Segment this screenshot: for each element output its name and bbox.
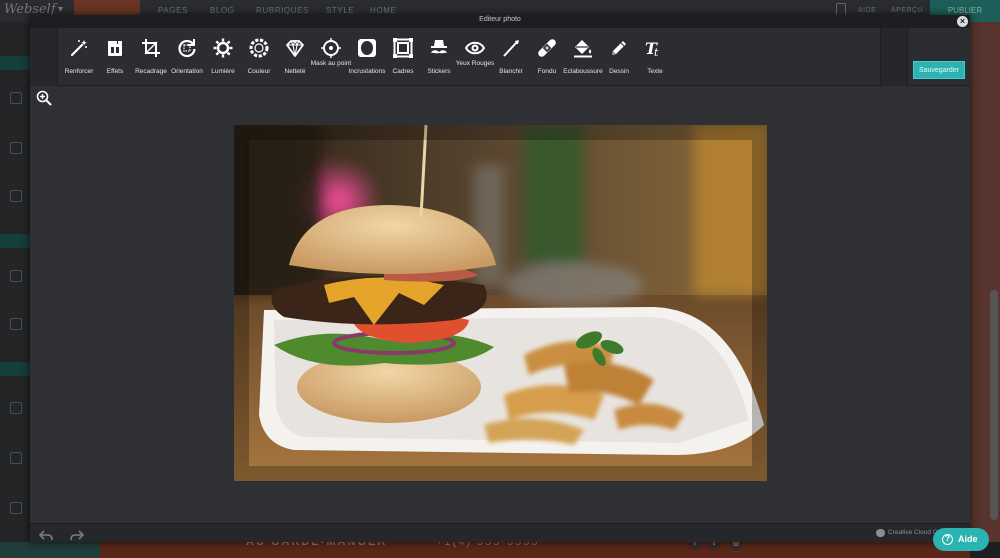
tool-mask-au-point[interactable]: Mask au point	[311, 28, 351, 86]
pencil-icon	[609, 38, 629, 58]
scrollbar[interactable]	[990, 290, 998, 520]
tool-nettete[interactable]: Netteté	[276, 28, 314, 86]
color-icon	[249, 38, 269, 58]
sidebar-media-icon[interactable]	[10, 270, 22, 282]
zoom-in-icon[interactable]	[36, 90, 52, 106]
tool-fondu[interactable]: Fondu	[528, 28, 566, 86]
close-button[interactable]: ×	[957, 16, 968, 27]
editor-titlebar: Editeur photo ×	[30, 15, 970, 28]
edited-photo[interactable]	[234, 125, 767, 481]
sidebar-more-icon[interactable]	[10, 502, 22, 514]
chevron-down-icon[interactable]: ▾	[58, 4, 63, 15]
tool-texte[interactable]: Tt Texte	[636, 28, 674, 86]
tool-dessin[interactable]: Dessin	[600, 28, 638, 86]
toolbar-left-panel	[30, 28, 58, 86]
redo-icon[interactable]	[70, 528, 85, 541]
sidebar-social-icon[interactable]	[10, 452, 22, 464]
vignette-icon	[357, 38, 377, 58]
sidebar-image-icon[interactable]	[10, 142, 22, 154]
save-button[interactable]: Sauvegarder	[913, 61, 965, 79]
sidebar-highlight	[0, 234, 30, 248]
crop-icon	[141, 38, 161, 58]
tool-stickers[interactable]: Stickers	[420, 28, 458, 86]
nav-home[interactable]: HOME	[370, 6, 396, 15]
sidebar-form-icon[interactable]	[10, 402, 22, 414]
effects-icon	[105, 38, 125, 58]
builder-sidebar	[0, 22, 30, 542]
tool-couleur[interactable]: Couleur	[240, 28, 278, 86]
text-icon: Tt	[645, 38, 665, 58]
tool-lumiere[interactable]: Lumière	[204, 28, 242, 86]
nav-blog[interactable]: BLOG	[210, 6, 235, 15]
tool-label: Texte	[647, 68, 663, 75]
tool-blanchir[interactable]: Blanchir	[492, 28, 530, 86]
tool-yeux-rouges[interactable]: Yeux Rouges	[456, 28, 494, 86]
undo-icon[interactable]	[38, 528, 53, 541]
creative-cloud-icon	[876, 529, 885, 537]
tool-orientation[interactable]: Orientation	[168, 28, 206, 86]
sidebar-highlight	[0, 362, 30, 376]
svg-text:t: t	[654, 46, 659, 58]
tool-eclaboussure[interactable]: Eclaboussure	[563, 28, 603, 86]
toolbar-separator	[880, 28, 908, 86]
help-button[interactable]: ? Aide	[933, 528, 989, 551]
tool-effets[interactable]: Effets	[96, 28, 134, 86]
editor-title: Editeur photo	[479, 16, 521, 23]
nav-style[interactable]: STYLE	[326, 6, 354, 15]
focus-icon	[321, 38, 341, 58]
help-label: Aide	[958, 534, 978, 544]
tool-recadrage[interactable]: Recadrage	[132, 28, 170, 86]
sidebar-button-icon[interactable]	[10, 318, 22, 330]
diamond-icon	[285, 38, 305, 58]
whiten-icon	[501, 38, 521, 58]
tool-cadres[interactable]: Cadres	[384, 28, 422, 86]
eye-icon	[465, 38, 485, 58]
rotate-icon	[177, 38, 197, 58]
tool-incrustations[interactable]: Incrustations	[348, 28, 386, 86]
editor-toolbar: Renforcer Effets Recadrage Orientation L…	[30, 28, 970, 86]
sidebar-text-icon[interactable]	[10, 92, 22, 104]
nav-rubriques[interactable]: RUBRIQUES	[256, 6, 309, 15]
question-icon: ?	[942, 534, 953, 545]
editor-bottom-bar: Creative Cloud Creative	[30, 523, 970, 542]
bucket-icon	[573, 38, 593, 58]
sun-icon	[213, 38, 233, 58]
frame-icon	[393, 38, 413, 58]
sidebar-footer	[0, 542, 100, 558]
mustache-hat-icon	[429, 38, 449, 58]
nav-pages[interactable]: PAGES	[158, 6, 188, 15]
nav-aide[interactable]: AIDE	[858, 7, 876, 14]
nav-apercu[interactable]: APERÇU	[891, 7, 923, 14]
sidebar-highlight	[0, 56, 30, 70]
burger-photo-illustration	[234, 125, 767, 481]
tool-renforcer[interactable]: Renforcer	[60, 28, 98, 86]
sidebar-gallery-icon[interactable]	[10, 190, 22, 202]
magic-wand-icon	[69, 38, 89, 58]
bandage-icon	[537, 38, 557, 58]
